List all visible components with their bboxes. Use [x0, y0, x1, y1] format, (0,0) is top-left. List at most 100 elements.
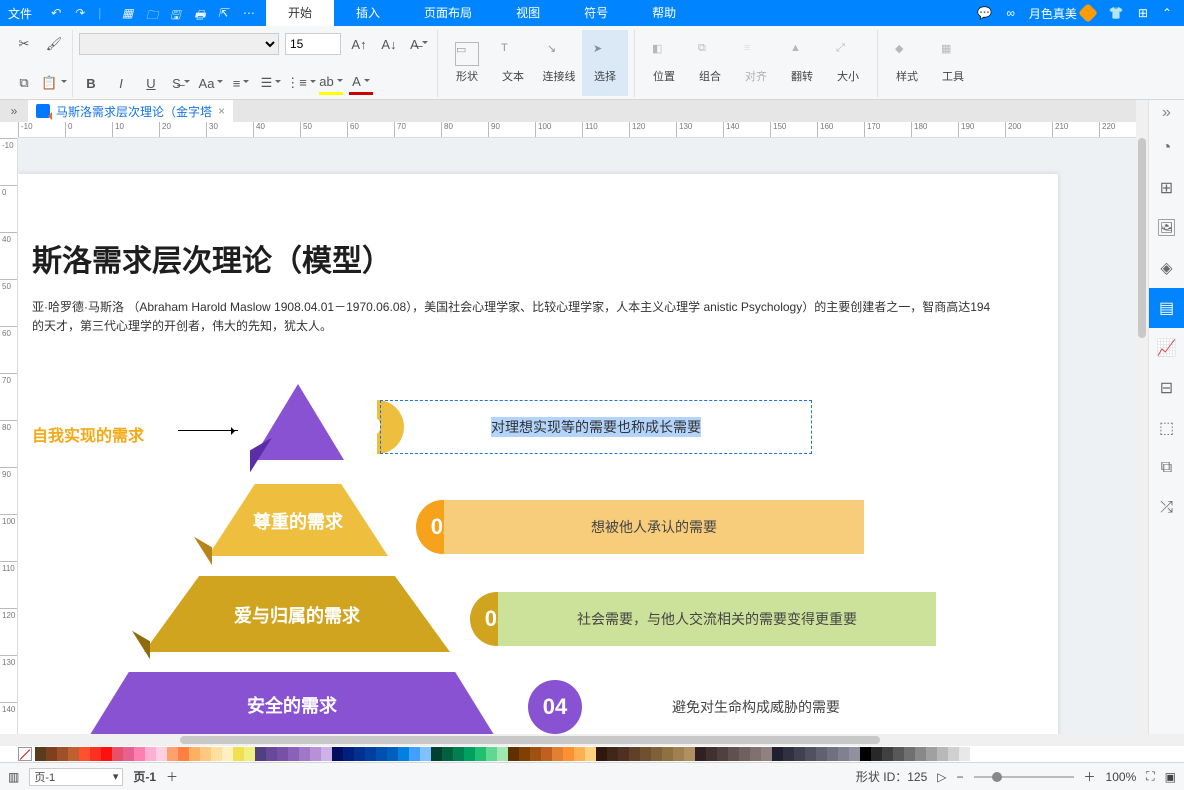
zoom-slider[interactable] — [974, 776, 1074, 778]
tab-start[interactable]: 开始 — [266, 0, 334, 26]
size-button[interactable]: ⤢大小 — [825, 30, 871, 96]
table-panel-icon[interactable]: ⊟ — [1149, 368, 1184, 408]
color-swatch[interactable] — [365, 747, 376, 761]
grid-panel-icon[interactable]: ⊞ — [1149, 168, 1184, 208]
color-swatch[interactable] — [695, 747, 706, 761]
color-swatch[interactable] — [574, 747, 585, 761]
shuffle-panel-icon[interactable]: ⤮ — [1149, 488, 1184, 528]
fill-panel-icon[interactable]: ◔ — [1149, 128, 1184, 168]
color-swatch[interactable] — [728, 747, 739, 761]
color-swatch[interactable] — [277, 747, 288, 761]
tab-insert[interactable]: 插入 — [334, 0, 402, 26]
textcolor-button[interactable]: A — [349, 71, 373, 95]
align-obj-button[interactable]: ≡对齐 — [733, 30, 779, 96]
increase-font-button[interactable]: A↑ — [347, 32, 371, 56]
link-panel-icon[interactable]: ⧉ — [1149, 448, 1184, 488]
color-swatch[interactable] — [827, 747, 838, 761]
flip-button[interactable]: ▲翻转 — [779, 30, 825, 96]
color-swatch[interactable] — [211, 747, 222, 761]
image-panel-icon[interactable]: 🖼 — [1149, 208, 1184, 248]
color-swatch[interactable] — [453, 747, 464, 761]
color-swatch[interactable] — [948, 747, 959, 761]
color-swatch[interactable] — [321, 747, 332, 761]
color-swatch[interactable] — [233, 747, 244, 761]
print-icon[interactable]: 🖶 — [194, 6, 208, 20]
tab-layout[interactable]: 页面布局 — [402, 0, 494, 26]
desc-4[interactable]: 避免对生命构成威胁的需要 — [556, 680, 956, 734]
zoom-knob[interactable] — [992, 772, 1002, 782]
color-swatch[interactable] — [376, 747, 387, 761]
export-icon[interactable]: ⇱ — [218, 6, 232, 20]
color-swatch[interactable] — [145, 747, 156, 761]
color-swatch[interactable] — [156, 747, 167, 761]
color-swatch[interactable] — [530, 747, 541, 761]
scrollbar-thumb[interactable] — [180, 736, 880, 744]
color-swatch[interactable] — [915, 747, 926, 761]
italic-button[interactable]: I — [109, 71, 133, 95]
color-swatch[interactable] — [618, 747, 629, 761]
redo-icon[interactable]: ↷ — [74, 6, 88, 20]
tab-view[interactable]: 视图 — [494, 0, 562, 26]
cut-button[interactable]: ✂ — [12, 32, 36, 56]
color-swatch[interactable] — [299, 747, 310, 761]
undo-icon[interactable]: ↶ — [50, 6, 64, 20]
color-swatch[interactable] — [816, 747, 827, 761]
doctabs-more-icon[interactable]: » — [0, 104, 28, 118]
color-swatch[interactable] — [200, 747, 211, 761]
font-family-select[interactable] — [79, 33, 279, 55]
color-swatch[interactable] — [882, 747, 893, 761]
color-swatch[interactable] — [596, 747, 607, 761]
color-swatch[interactable] — [519, 747, 530, 761]
user-badge[interactable]: 月色真美 — [1029, 5, 1095, 22]
color-swatch[interactable] — [90, 747, 101, 761]
color-swatch[interactable] — [123, 747, 134, 761]
zoom-out-icon[interactable]: − — [957, 770, 964, 784]
page-selector[interactable]: 页-1▾ — [29, 768, 123, 786]
color-swatch[interactable] — [178, 747, 189, 761]
color-swatch[interactable] — [288, 747, 299, 761]
color-swatch[interactable] — [409, 747, 420, 761]
copy-button[interactable]: ⧉ — [12, 71, 36, 95]
color-swatch[interactable] — [552, 747, 563, 761]
color-swatch[interactable] — [684, 747, 695, 761]
apps-icon[interactable]: ⊞ — [1138, 6, 1148, 20]
color-swatch[interactable] — [541, 747, 552, 761]
color-swatch[interactable] — [772, 747, 783, 761]
add-page-icon[interactable]: ＋ — [166, 768, 178, 785]
tool-button[interactable]: ▦工具 — [930, 30, 976, 96]
color-swatch[interactable] — [761, 747, 772, 761]
color-swatch[interactable] — [255, 747, 266, 761]
select-button[interactable]: ➤选择 — [582, 30, 628, 96]
sidebar-collapse-icon[interactable]: » — [1162, 104, 1171, 128]
vertical-scrollbar[interactable] — [1136, 100, 1148, 734]
fit-page-icon[interactable]: ⛶ — [1146, 769, 1154, 784]
zoom-value[interactable]: 100% — [1106, 770, 1137, 784]
color-swatch[interactable] — [871, 747, 882, 761]
text-button[interactable]: T文本 — [490, 30, 536, 96]
color-swatch[interactable] — [607, 747, 618, 761]
color-swatch[interactable] — [926, 747, 937, 761]
color-swatch[interactable] — [640, 747, 651, 761]
more-icon[interactable]: ⋯ — [242, 6, 256, 20]
tab-symbol[interactable]: 符号 — [562, 0, 630, 26]
bullets-button[interactable]: ⋮≡ — [289, 71, 313, 95]
pages-icon[interactable]: ▥ — [8, 770, 19, 784]
color-swatch[interactable] — [167, 747, 178, 761]
position-button[interactable]: ◧位置 — [641, 30, 687, 96]
skin-icon[interactable]: 👕 — [1109, 6, 1124, 20]
connector-button[interactable]: ↘连接线 — [536, 30, 582, 96]
color-swatch[interactable] — [101, 747, 112, 761]
color-swatch[interactable] — [750, 747, 761, 761]
format-painter-button[interactable]: 🖌 — [42, 32, 66, 56]
paste-button[interactable]: 📋 — [42, 71, 66, 95]
color-swatch[interactable] — [354, 747, 365, 761]
desc-1-selected[interactable]: 对理想实现等的需要也称成长需要 — [380, 400, 812, 454]
color-swatch[interactable] — [739, 747, 750, 761]
tab-help[interactable]: 帮助 — [630, 0, 698, 26]
color-swatch[interactable] — [134, 747, 145, 761]
color-swatch[interactable] — [431, 747, 442, 761]
valign-button[interactable]: ☰ — [259, 71, 283, 95]
color-swatch[interactable] — [332, 747, 343, 761]
canvas[interactable]: 斯洛需求层次理论（模型） 亚·哈罗德·马斯洛 （Abraham Harold M… — [18, 138, 1148, 734]
color-swatch[interactable] — [112, 747, 123, 761]
